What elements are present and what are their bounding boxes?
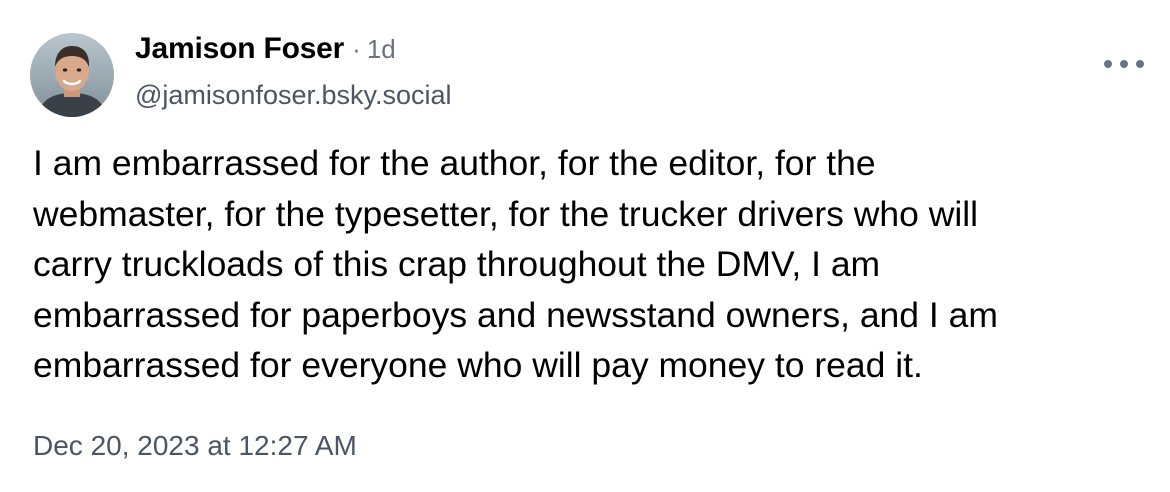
- ellipsis-icon: [1136, 60, 1144, 68]
- post-header: Jamison Foser · 1d @jamisonfoser.bsky.so…: [135, 32, 1035, 111]
- author-handle[interactable]: @jamisonfoser.bsky.social: [135, 80, 1035, 111]
- avatar-photo-icon: [30, 33, 114, 117]
- relative-time[interactable]: 1d: [367, 34, 396, 65]
- post-text: I am embarrassed for the author, for the…: [33, 143, 998, 385]
- post-card: Jamison Foser · 1d @jamisonfoser.bsky.so…: [0, 0, 1170, 492]
- author-name-row: Jamison Foser · 1d: [135, 32, 1035, 76]
- post-timestamp: Dec 20, 2023 at 12:27 AM: [33, 430, 357, 461]
- ellipsis-icon: [1120, 60, 1128, 68]
- more-options-button[interactable]: [1104, 52, 1144, 76]
- author-avatar[interactable]: [30, 33, 114, 117]
- author-display-name[interactable]: Jamison Foser: [135, 32, 344, 66]
- separator-dot: ·: [352, 34, 361, 64]
- ellipsis-icon: [1104, 60, 1112, 68]
